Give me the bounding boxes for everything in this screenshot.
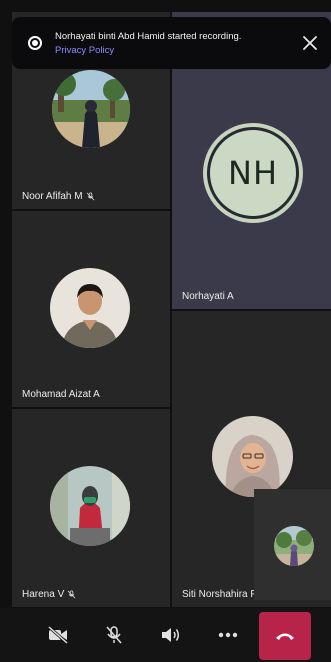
participant-avatar [52,70,130,148]
self-avatar [274,526,314,566]
participant-tile-harena[interactable]: Harena V [12,409,170,607]
participant-name: Siti Norshahira F [182,589,257,600]
recording-message: Norhayati binti Abd Hamid started record… [55,31,242,42]
participant-tile-mohamad-aizat[interactable]: Mohamad Aizat A [12,211,170,407]
mic-off-icon [106,626,122,644]
participant-name: Noor Afifah M [22,191,95,202]
close-banner-button[interactable] [300,33,320,53]
participant-name: Mohamad Aizat A [22,389,100,400]
video-off-icon [48,626,68,644]
avatar-initials: NH [210,130,296,216]
hang-up-icon [276,633,294,640]
call-controls-bar [0,608,331,662]
mic-off-icon [67,590,76,599]
privacy-policy-link[interactable]: Privacy Policy [55,45,114,56]
initials-avatar: NH [203,123,303,223]
close-icon [303,36,317,50]
recording-banner: Norhayati binti Abd Hamid started record… [12,17,331,69]
more-options-button[interactable] [208,608,248,662]
microphone-toggle-button[interactable] [94,608,134,662]
participant-name: Norhayati A [182,291,234,302]
participant-avatar [212,416,293,497]
recording-icon [28,36,42,50]
participant-name: Harena V [22,589,76,600]
camera-toggle-button[interactable] [38,608,78,662]
participant-avatar [50,268,130,348]
mic-off-icon [86,192,94,201]
speaker-button[interactable] [150,608,190,662]
participant-avatar [50,466,130,546]
speaker-icon [162,628,179,642]
more-options-icon [218,632,238,638]
meeting-screen: Noor Afifah M Norhayati A NH Mohamad Aiz… [0,0,331,662]
hang-up-button[interactable] [259,612,311,660]
self-view-preview[interactable] [254,489,331,600]
